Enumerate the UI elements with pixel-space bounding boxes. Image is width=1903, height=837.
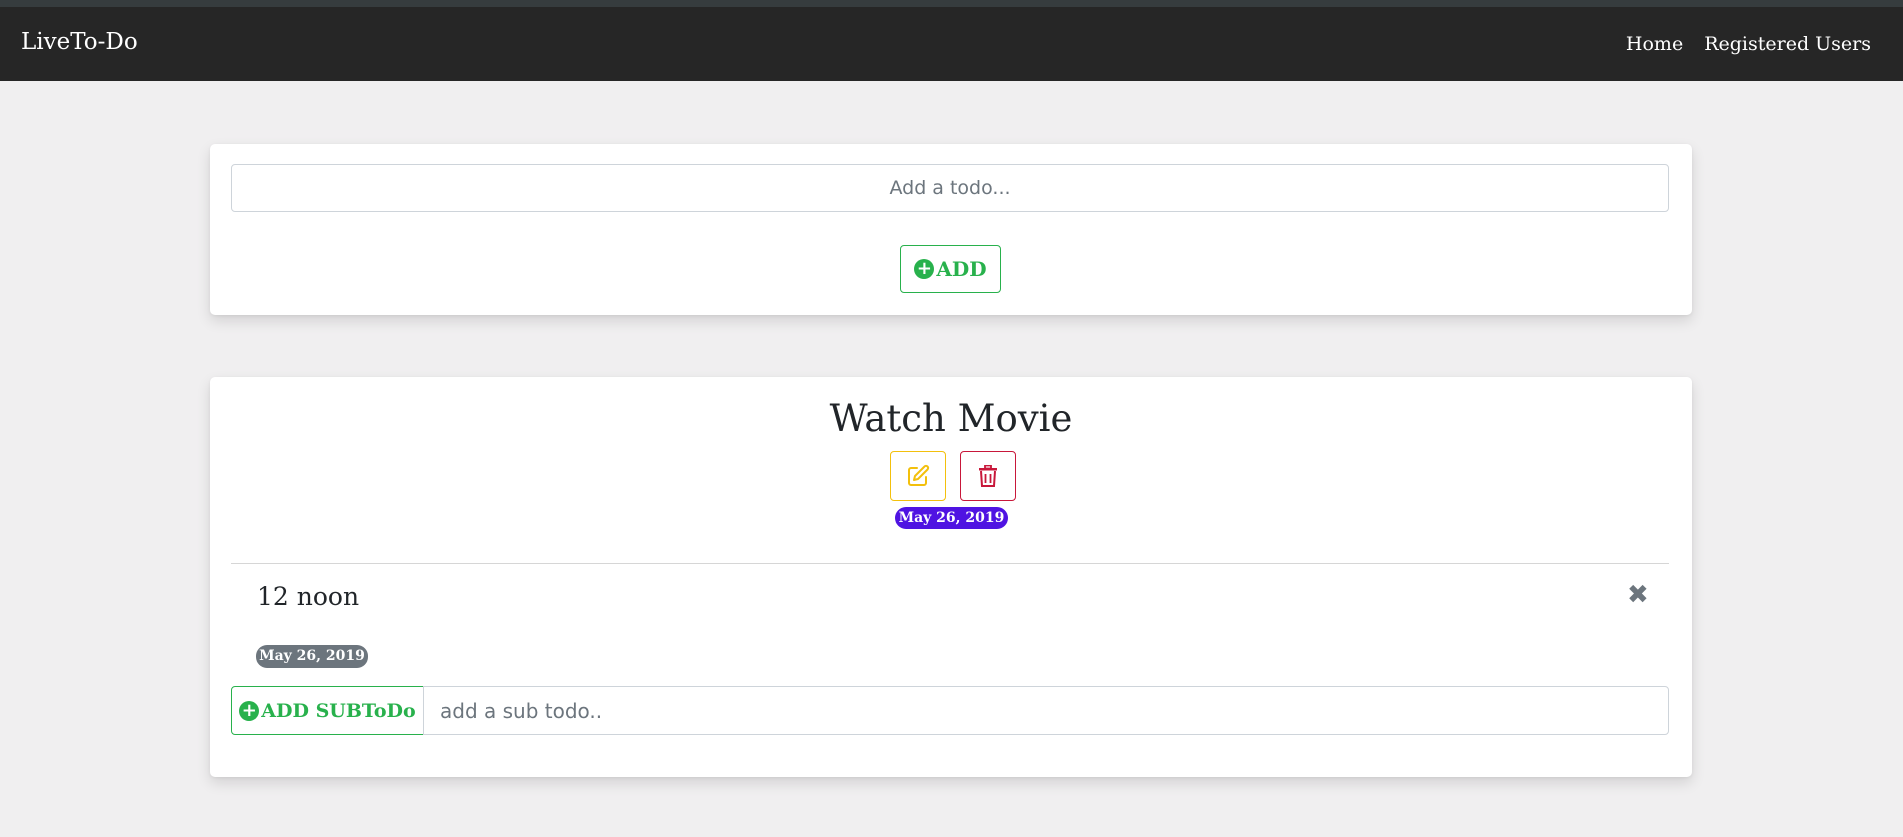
nav-link-registered-users[interactable]: Registered Users — [1704, 33, 1871, 55]
navbar: LiveTo-Do Home Registered Users — [0, 7, 1903, 81]
todo-card: Watch Movie May 26, 2019 12 noon ✖ May 2… — [210, 377, 1692, 777]
add-subtodo-label: ADD SUBToDo — [261, 699, 416, 722]
close-icon[interactable]: ✖ — [1627, 580, 1649, 610]
divider — [231, 563, 1669, 564]
plus-circle-icon: + — [239, 700, 260, 721]
brand-logo[interactable]: LiveTo-Do — [21, 29, 138, 55]
add-todo-input[interactable] — [231, 164, 1669, 212]
add-todo-card: + ADD — [210, 144, 1692, 315]
nav-links: Home Registered Users — [1626, 33, 1871, 55]
todo-title: Watch Movie — [829, 397, 1073, 440]
edit-icon — [908, 464, 930, 486]
subtodo-text: 12 noon — [257, 582, 360, 611]
add-subtodo-button[interactable]: + ADD SUBToDo — [231, 686, 424, 735]
delete-todo-button[interactable] — [960, 451, 1016, 501]
browser-top-strip — [0, 0, 1903, 7]
nav-link-home[interactable]: Home — [1626, 33, 1683, 55]
add-todo-button[interactable]: + ADD — [900, 245, 1001, 293]
trash-icon — [979, 465, 997, 487]
plus-circle-icon: + — [914, 259, 935, 279]
todo-date-badge: May 26, 2019 — [895, 507, 1008, 529]
edit-todo-button[interactable] — [890, 451, 946, 501]
subtodo-input[interactable] — [423, 686, 1669, 735]
add-button-label: ADD — [936, 257, 987, 281]
subtodo-date-badge: May 26, 2019 — [256, 645, 368, 668]
